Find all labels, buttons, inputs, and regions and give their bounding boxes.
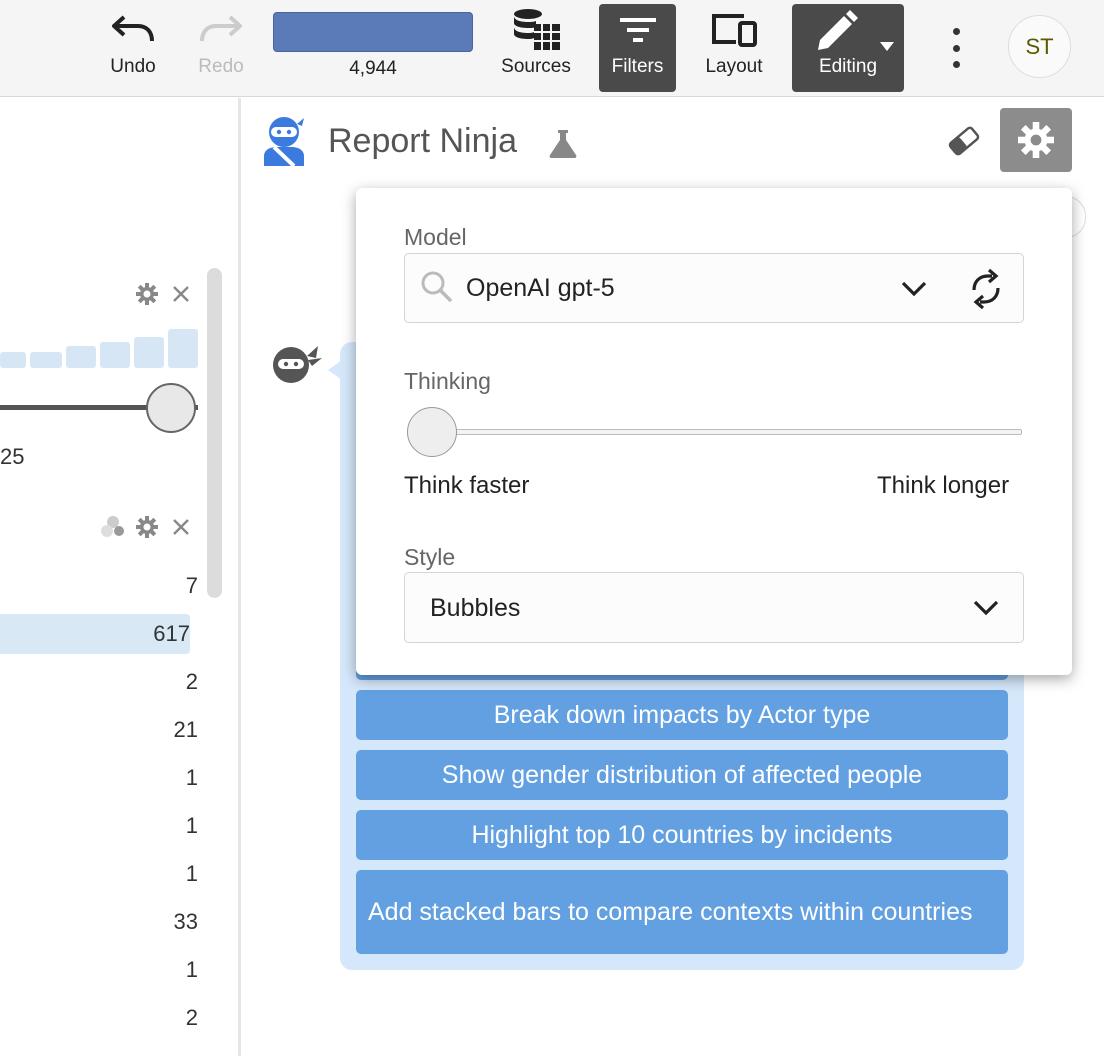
list-item-value[interactable]: 1 xyxy=(0,758,200,798)
more-menu-icon[interactable] xyxy=(944,28,968,68)
list-item-value[interactable]: 21 xyxy=(0,710,200,750)
settings-button[interactable] xyxy=(1000,108,1072,172)
list-item-value[interactable]: 1 xyxy=(0,854,200,894)
histogram-bar xyxy=(168,329,198,368)
model-value: OpenAI gpt-5 xyxy=(466,274,615,302)
avatar[interactable]: ST xyxy=(1008,15,1071,78)
undo-label: Undo xyxy=(110,56,156,77)
record-count-bar[interactable] xyxy=(273,12,473,52)
layout-label: Layout xyxy=(705,56,763,77)
model-label: Model xyxy=(404,224,467,250)
filter-icon xyxy=(618,4,658,56)
ninja-logo-icon xyxy=(264,117,304,168)
histogram-bar xyxy=(0,352,26,368)
filters-label: Filters xyxy=(611,56,664,77)
list-item-value[interactable]: 33 xyxy=(0,902,200,942)
suggestion-button[interactable]: Show gender distribution of affected peo… xyxy=(356,750,1008,800)
ninja-avatar-icon xyxy=(273,346,322,383)
close-icon[interactable] xyxy=(172,518,190,536)
gear-icon xyxy=(1018,122,1054,158)
style-value: Bubbles xyxy=(430,594,521,622)
thinking-label: Thinking xyxy=(404,368,491,394)
redo-icon xyxy=(198,4,244,56)
toolbar: Undo Redo 4,944 Sources Filters Layout E… xyxy=(0,0,1104,97)
sources-label: Sources xyxy=(501,56,571,77)
editing-label: Editing xyxy=(818,56,878,77)
caret-down-icon xyxy=(880,42,894,51)
style-label: Style xyxy=(404,544,456,570)
range-slider-handle[interactable] xyxy=(146,383,196,433)
think-longer-label: Think longer xyxy=(877,472,1010,499)
list-item-value[interactable]: 2 xyxy=(0,998,200,1038)
histogram-bar xyxy=(134,337,164,368)
suggestion-button[interactable]: Add stacked bars to compare contexts wit… xyxy=(356,870,1008,954)
chevron-down-icon[interactable] xyxy=(901,281,927,297)
close-icon[interactable] xyxy=(172,285,190,303)
suggestion-button[interactable]: Break down impacts by Actor type xyxy=(356,690,1008,740)
record-count: 4,944 xyxy=(349,58,397,79)
thinking-slider-track[interactable] xyxy=(408,429,1022,435)
sources-button[interactable]: Sources xyxy=(498,4,574,92)
chevron-down-icon[interactable] xyxy=(973,600,999,616)
beaker-icon xyxy=(549,130,577,158)
histogram-bar xyxy=(100,342,130,368)
pencil-icon xyxy=(792,4,904,56)
left-panel-scrollbar[interactable] xyxy=(207,268,222,598)
database-table-icon xyxy=(510,4,562,56)
think-faster-label: Think faster xyxy=(404,472,530,499)
bubble-tail xyxy=(328,360,342,380)
gear-icon[interactable] xyxy=(136,516,158,538)
list-item-value[interactable]: 1 xyxy=(0,950,200,990)
search-icon xyxy=(421,271,453,303)
histogram-bar xyxy=(30,352,62,368)
editing-button[interactable]: Editing xyxy=(792,4,904,92)
undo-button[interactable]: Undo xyxy=(100,4,166,92)
layout-button[interactable]: Layout xyxy=(698,4,770,92)
redo-label: Redo xyxy=(198,56,244,77)
filters-button[interactable]: Filters xyxy=(599,4,676,92)
list-item-value[interactable]: 7 xyxy=(0,566,200,606)
gear-icon[interactable] xyxy=(136,283,158,305)
thinking-slider-handle[interactable] xyxy=(407,407,457,457)
histogram-bar xyxy=(66,346,96,368)
devices-icon xyxy=(710,4,758,56)
list-item-value[interactable]: 1 xyxy=(0,806,200,846)
list-item-value[interactable]: 617 xyxy=(0,614,190,654)
panel-title: Report Ninja xyxy=(328,122,517,160)
suggestion-button[interactable]: Highlight top 10 countries by incidents xyxy=(356,810,1008,860)
undo-icon xyxy=(110,4,156,56)
list-item-value[interactable]: 2 xyxy=(0,662,200,702)
eraser-icon[interactable] xyxy=(947,124,981,158)
slider-value-label: 25 xyxy=(0,444,25,469)
refresh-icon[interactable] xyxy=(968,268,1004,310)
redo-button[interactable]: Redo xyxy=(188,4,254,92)
color-group-icon[interactable] xyxy=(100,515,126,539)
